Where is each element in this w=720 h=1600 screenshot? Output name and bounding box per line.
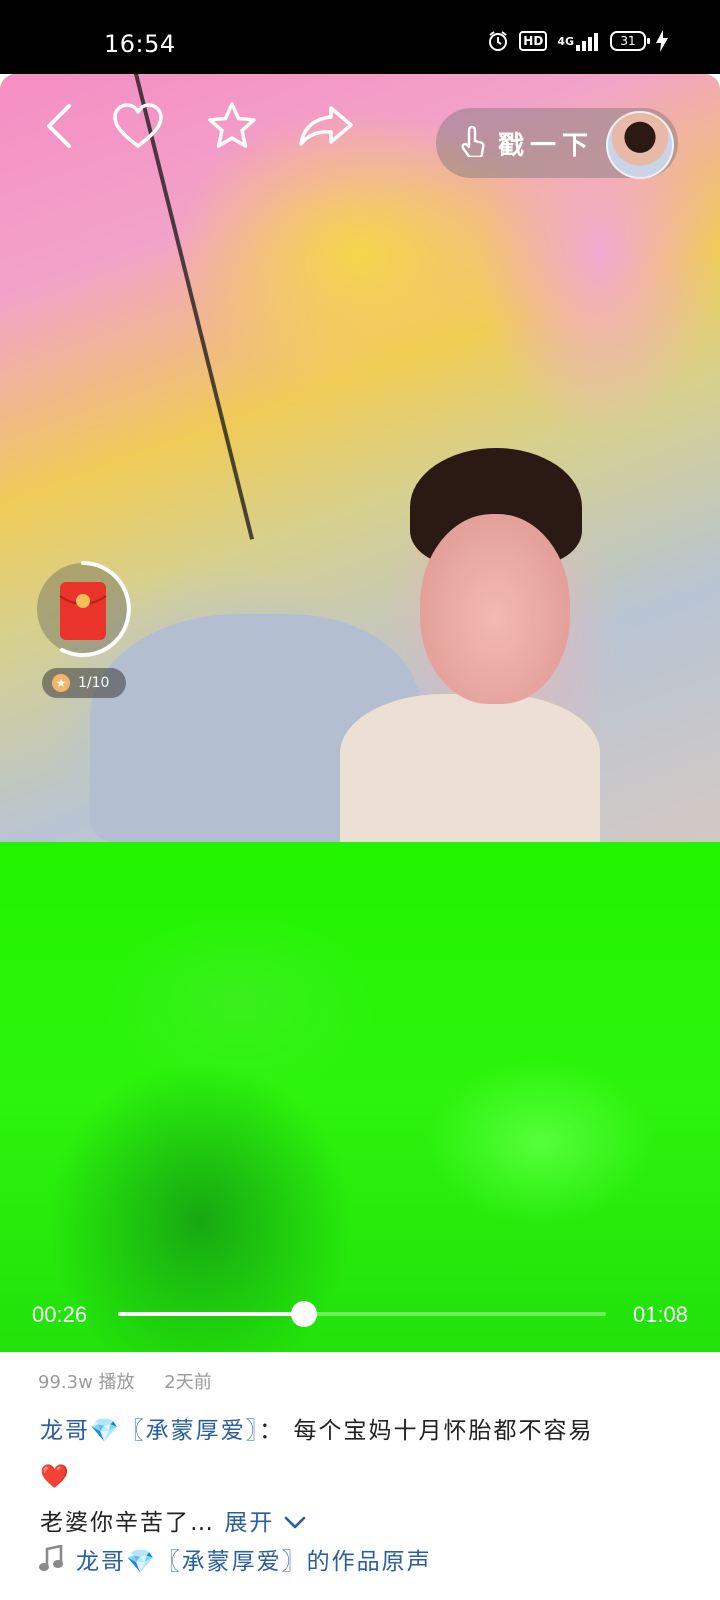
original-sound-link[interactable]: 龙哥💎〖承蒙厚爱〗的作品原声 bbox=[38, 1542, 432, 1576]
poke-label: 戳一下 bbox=[498, 130, 595, 161]
music-label: 龙哥💎〖承蒙厚爱〗的作品原声 bbox=[76, 1549, 432, 1575]
chevron-down-icon bbox=[284, 1516, 305, 1529]
alarm-icon bbox=[487, 30, 509, 52]
battery-icon: 31 bbox=[610, 31, 650, 51]
charging-icon bbox=[656, 30, 668, 52]
back-button[interactable] bbox=[30, 96, 90, 156]
caption-heart: ❤️ bbox=[40, 1464, 71, 1490]
caption-separator: ： bbox=[259, 1418, 285, 1444]
red-envelope-progress: ★ 1/10 bbox=[42, 668, 126, 698]
video-frame-top bbox=[0, 74, 720, 844]
video-frame-bottom bbox=[0, 842, 720, 1352]
video-player[interactable] bbox=[0, 74, 720, 1352]
red-envelope-count: 1/10 bbox=[78, 675, 110, 691]
playback-progress: 00:26 01:08 bbox=[0, 1294, 720, 1334]
current-time: 00:26 bbox=[32, 1302, 88, 1327]
share-arrow-icon bbox=[299, 106, 353, 146]
video-torso-shape bbox=[340, 694, 600, 842]
battery-level: 31 bbox=[620, 34, 636, 48]
post-date: 2天前 bbox=[164, 1372, 212, 1393]
author-avatar[interactable] bbox=[606, 111, 674, 179]
signal-icon: 4G bbox=[557, 31, 600, 51]
video-meta: 99.3w 播放 2天前 bbox=[38, 1368, 236, 1394]
seek-thumb[interactable] bbox=[291, 1301, 318, 1327]
hd-icon: HD bbox=[519, 31, 548, 51]
star-icon bbox=[208, 102, 256, 148]
seek-bar[interactable] bbox=[118, 1301, 606, 1327]
red-envelope-widget[interactable] bbox=[32, 558, 134, 660]
music-note-icon bbox=[39, 1545, 63, 1571]
expand-button[interactable]: 展开 bbox=[224, 1510, 305, 1536]
coin-star-icon: ★ bbox=[52, 674, 70, 692]
poke-button[interactable]: 戳一下 bbox=[436, 108, 678, 179]
status-icons: HD 4G 31 bbox=[487, 30, 668, 52]
play-count: 99.3w 播放 bbox=[38, 1372, 135, 1393]
share-button[interactable] bbox=[296, 96, 356, 156]
like-button[interactable] bbox=[108, 96, 168, 156]
seek-bar-fill bbox=[118, 1312, 305, 1316]
hand-tap-icon bbox=[460, 125, 486, 161]
status-time: 16:54 bbox=[104, 30, 176, 58]
chevron-left-icon bbox=[47, 104, 71, 148]
red-envelope-icon bbox=[37, 561, 131, 657]
network-type: 4G bbox=[557, 34, 574, 48]
caption-author-link[interactable]: 龙哥💎〖承蒙厚爱〗 bbox=[40, 1418, 259, 1444]
video-caption: 龙哥💎〖承蒙厚爱〗： 每个宝妈十月怀胎都不容易 ❤️ 老婆你辛苦了… 展开 bbox=[40, 1408, 690, 1546]
favorite-button[interactable] bbox=[202, 96, 262, 156]
duration: 01:08 bbox=[632, 1302, 688, 1327]
expand-label: 展开 bbox=[224, 1510, 275, 1536]
heart-icon bbox=[113, 103, 163, 148]
video-top-controls: 戳一下 bbox=[0, 94, 720, 179]
caption-line-1: 每个宝妈十月怀胎都不容易 bbox=[293, 1418, 594, 1444]
caption-line-2: 老婆你辛苦了… bbox=[40, 1510, 215, 1536]
status-bar: 16:54 HD 4G 31 bbox=[0, 0, 720, 74]
video-face-shape bbox=[420, 514, 570, 704]
